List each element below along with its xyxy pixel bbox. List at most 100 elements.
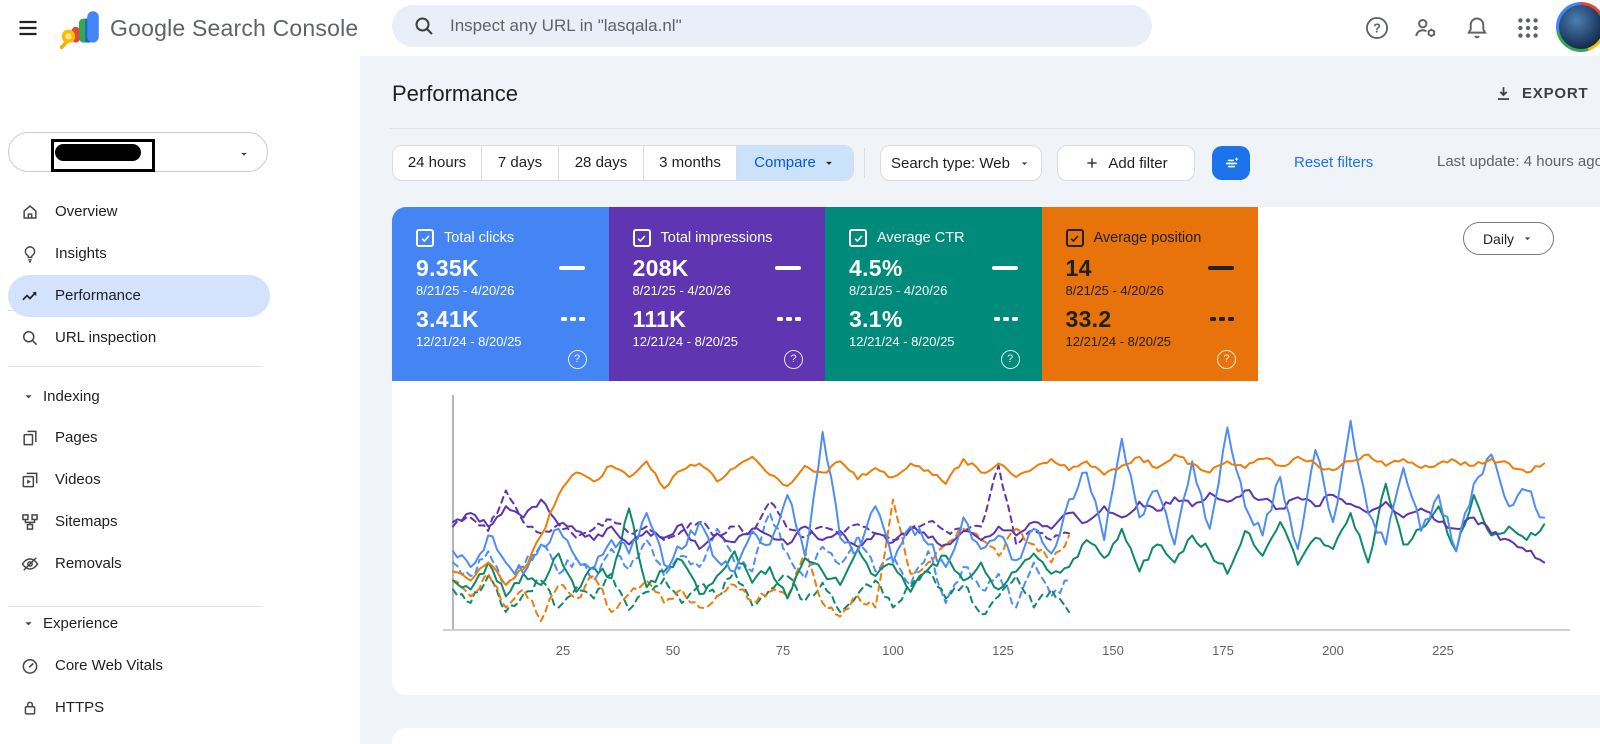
sidebar-item-videos[interactable]: Videos <box>0 459 280 501</box>
hamburger-menu-icon[interactable] <box>14 14 42 42</box>
metric-card-title: Average CTR <box>877 230 965 246</box>
export-button[interactable]: EXPORT <box>1488 83 1594 104</box>
svg-text:25: 25 <box>556 643 570 658</box>
sidebar-section-experience[interactable]: Experience <box>0 609 280 639</box>
metric-previous-range: 12/21/24 - 8/20/25 <box>416 334 522 349</box>
metric-previous-value: 111K <box>632 305 687 332</box>
search-icon <box>415 17 433 35</box>
metric-card-title: Total impressions <box>660 230 773 246</box>
page-title: Performance <box>392 81 518 106</box>
reset-filters-link[interactable]: Reset filters <box>1288 153 1379 172</box>
metric-current-value: 4.5% <box>849 254 903 281</box>
performance-chart-panel: Total clicks 9.35K 8/21/25 - 4/20/26 3.4… <box>392 207 1600 695</box>
checkbox-checked-icon[interactable] <box>849 229 867 247</box>
svg-text:175: 175 <box>1212 643 1234 658</box>
dashed-line-legend-mark <box>777 317 801 321</box>
tab-7-days[interactable]: 7 days <box>482 146 559 180</box>
last-update-text: Last update: 4 hours ago <box>1437 153 1600 170</box>
svg-text:100: 100 <box>882 643 904 658</box>
checkbox-checked-icon[interactable] <box>1065 229 1084 247</box>
sidebar-item-sitemaps[interactable]: Sitemaps <box>0 501 280 543</box>
gauge-icon <box>22 659 38 674</box>
sidebar-item-pages[interactable]: Pages <box>0 417 280 459</box>
filter-row-divider <box>864 148 865 178</box>
url-inspection-searchbar[interactable]: Inspect any URL in "lasqala.nl" <box>392 5 1152 47</box>
metric-card-total-impressions[interactable]: Total impressions 208K 8/21/25 - 4/20/26… <box>608 207 825 381</box>
manage-account-icon[interactable] <box>1411 13 1439 41</box>
search-placeholder: Inspect any URL in "lasqala.nl" <box>450 16 682 35</box>
download-icon <box>1497 87 1510 100</box>
metric-current-value: 9.35K <box>416 254 479 281</box>
lock-icon <box>24 701 36 715</box>
chevron-down-icon <box>25 622 32 626</box>
tab-3-months[interactable]: 3 months <box>644 146 737 180</box>
solid-line-legend-mark <box>775 266 801 270</box>
chevron-down-icon <box>825 161 832 165</box>
notifications-bell-icon[interactable] <box>1462 13 1490 41</box>
user-avatar[interactable] <box>1556 2 1600 52</box>
eye-off-icon <box>21 557 39 571</box>
trending-up-icon <box>22 291 37 301</box>
date-range-tabs: 24 hours 7 days 28 days 3 months Compare <box>392 145 854 181</box>
tab-compare[interactable]: Compare <box>737 146 853 180</box>
chevron-down-icon <box>25 395 32 399</box>
granularity-dropdown[interactable]: Daily <box>1463 222 1554 255</box>
dashed-line-legend-mark <box>993 317 1018 321</box>
sidebar-divider <box>8 366 262 367</box>
chevron-down-icon <box>1021 161 1028 165</box>
property-selector-dropdown[interactable] <box>8 132 268 172</box>
search-type-dropdown[interactable]: Search type: Web <box>880 145 1042 181</box>
metric-previous-value: 3.1% <box>849 305 903 332</box>
redacted-property-name <box>51 139 155 172</box>
chevron-down-icon <box>241 152 247 156</box>
solid-line-legend-mark <box>558 266 585 270</box>
sidebar-item-insights[interactable]: Insights <box>0 233 280 275</box>
help-icon[interactable]: ? <box>784 350 803 369</box>
help-icon[interactable]: ? <box>1217 350 1236 369</box>
help-icon[interactable]: ? <box>1362 13 1390 41</box>
queries-table-panel <box>392 728 1600 744</box>
svg-text:50: 50 <box>666 643 680 658</box>
checkbox-checked-icon[interactable] <box>416 229 434 247</box>
metric-card-title: Average position <box>1093 230 1202 246</box>
add-filter-button[interactable]: Add filter <box>1057 145 1195 181</box>
apps-grid-icon[interactable] <box>1513 13 1541 41</box>
pages-icon <box>23 430 37 446</box>
sitemap-tree-icon <box>22 514 38 530</box>
tab-28-days[interactable]: 28 days <box>559 146 644 180</box>
checkbox-checked-icon[interactable] <box>632 229 651 247</box>
dashed-line-legend-mark <box>560 317 585 321</box>
chevron-down-icon <box>1524 237 1531 241</box>
sidebar-divider <box>8 310 262 311</box>
metric-current-range: 8/21/25 - 4/20/26 <box>849 283 948 298</box>
sidebar-item-overview[interactable]: Overview <box>0 191 280 233</box>
search-icon <box>23 331 38 346</box>
tab-24-hours[interactable]: 24 hours <box>393 146 482 180</box>
plus-icon <box>1087 158 1098 168</box>
sidebar-item-removals[interactable]: Removals <box>0 543 280 585</box>
help-icon[interactable]: ? <box>567 350 587 369</box>
solid-line-legend-mark <box>1208 266 1234 270</box>
sidebar-item-url-inspection[interactable]: URL inspection <box>0 317 280 359</box>
svg-text:125: 125 <box>992 643 1014 658</box>
sidebar-item-core-web-vitals[interactable]: Core Web Vitals <box>0 645 280 687</box>
filter-tune-button[interactable] <box>1212 146 1250 180</box>
metric-card-average-position[interactable]: Average position 14 8/21/25 - 4/20/26 33… <box>1041 207 1258 381</box>
help-icon[interactable]: ? <box>1000 350 1020 369</box>
metric-previous-value: 33.2 <box>1065 305 1112 332</box>
metric-current-range: 8/21/25 - 4/20/26 <box>416 283 515 298</box>
search-console-logo <box>59 11 99 50</box>
metric-current-value: 208K <box>632 254 689 281</box>
sidebar-divider <box>8 606 262 607</box>
sidebar-item-https[interactable]: HTTPS <box>0 687 280 729</box>
metric-card-total-clicks[interactable]: Total clicks 9.35K 8/21/25 - 4/20/26 3.4… <box>392 207 609 381</box>
video-library-icon <box>22 472 38 488</box>
sidebar-section-indexing[interactable]: Indexing <box>0 382 280 412</box>
metric-previous-range: 12/21/24 - 8/20/25 <box>1065 334 1172 349</box>
app-title: Google Search Console <box>110 15 359 41</box>
metric-card-average-ctr[interactable]: Average CTR 4.5% 8/21/25 - 4/20/26 3.1% … <box>825 207 1042 381</box>
svg-text:?: ? <box>1373 22 1381 36</box>
google-search-console-app: Overview Insights Performance URL inspec… <box>0 0 1600 744</box>
svg-text:75: 75 <box>776 643 790 658</box>
metric-current-range: 8/21/25 - 4/20/26 <box>1065 283 1164 298</box>
